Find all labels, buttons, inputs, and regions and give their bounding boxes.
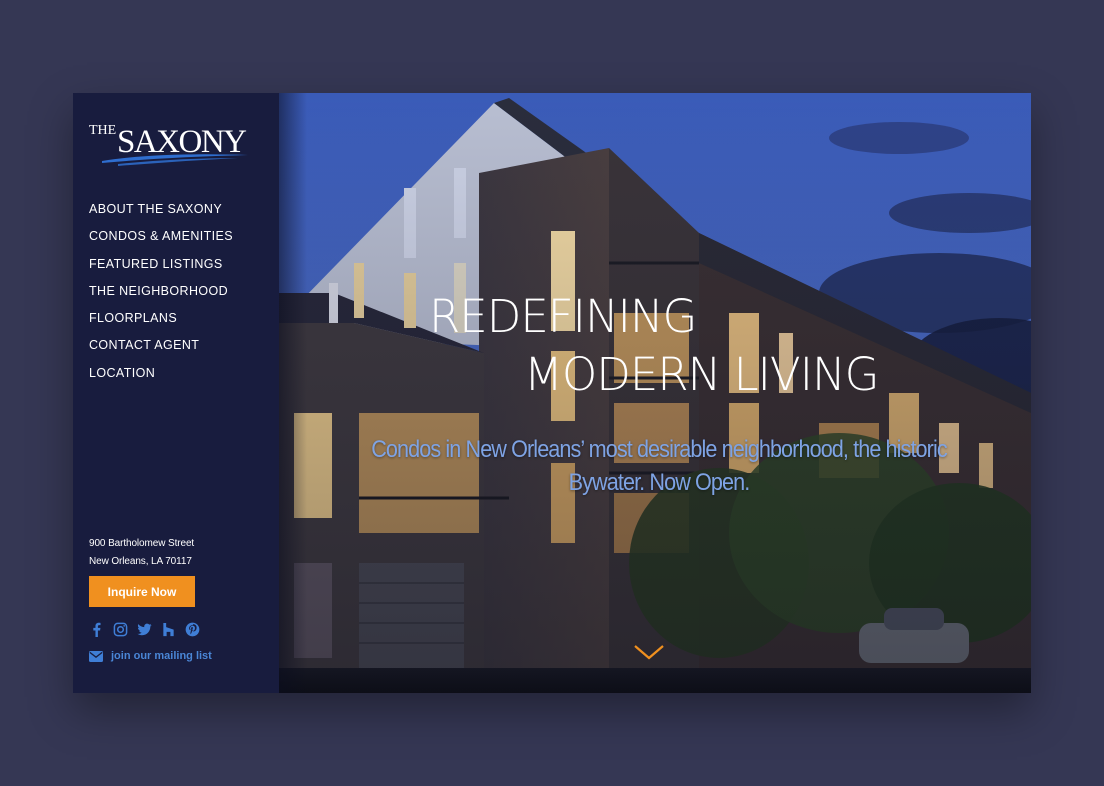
website-frame: THE SAXONY ABOUT THE SAXONY CONDOS & AME… bbox=[73, 93, 1031, 693]
nav-featured-listings[interactable]: FEATURED LISTINGS bbox=[89, 256, 233, 283]
hero-headline: REDEFINING MODERN LIVING bbox=[279, 288, 1031, 404]
nav-about-the-saxony[interactable]: ABOUT THE SAXONY bbox=[89, 201, 233, 228]
chevron-down-icon[interactable] bbox=[631, 641, 667, 663]
hero-subhead: Condos in New Orleans’ most desirable ne… bbox=[371, 436, 947, 496]
mailing-list-label: join our mailing list bbox=[111, 650, 212, 662]
sidebar-shadow bbox=[279, 93, 307, 693]
nav-the-neighborhood[interactable]: THE NEIGHBORHOOD bbox=[89, 283, 233, 310]
sidebar: THE SAXONY ABOUT THE SAXONY CONDOS & AME… bbox=[73, 93, 279, 693]
pinterest-icon[interactable] bbox=[185, 622, 200, 637]
houzz-icon[interactable] bbox=[161, 622, 176, 637]
nav-location[interactable]: LOCATION bbox=[89, 365, 233, 392]
nav-floorplans[interactable]: FLOORPLANS bbox=[89, 310, 233, 337]
address: 900 Bartholomew Street New Orleans, LA 7… bbox=[89, 535, 194, 571]
nav-contact-agent[interactable]: CONTACT AGENT bbox=[89, 337, 233, 364]
address-line-2: New Orleans, LA 70117 bbox=[89, 556, 192, 567]
twitter-icon[interactable] bbox=[137, 622, 152, 637]
instagram-icon[interactable] bbox=[113, 622, 128, 637]
main-nav: ABOUT THE SAXONY CONDOS & AMENITIES FEAT… bbox=[89, 201, 233, 392]
hero-section: REDEFINING MODERN LIVING Condos in New O… bbox=[279, 93, 1031, 693]
address-line-1: 900 Bartholomew Street bbox=[89, 538, 195, 549]
social-links bbox=[89, 622, 200, 637]
inquire-now-button[interactable]: Inquire Now bbox=[89, 576, 195, 607]
saxony-logo[interactable]: THE SAXONY bbox=[88, 117, 253, 169]
nav-condos-amenities[interactable]: CONDOS & AMENITIES bbox=[89, 228, 233, 255]
logo-the: THE bbox=[89, 123, 116, 138]
headline-line-1: REDEFINING bbox=[429, 290, 697, 343]
envelope-icon bbox=[89, 650, 103, 662]
facebook-icon[interactable] bbox=[89, 622, 104, 637]
mailing-list-link[interactable]: join our mailing list bbox=[89, 650, 212, 662]
headline-line-2: MODERN LIVING bbox=[524, 348, 880, 401]
